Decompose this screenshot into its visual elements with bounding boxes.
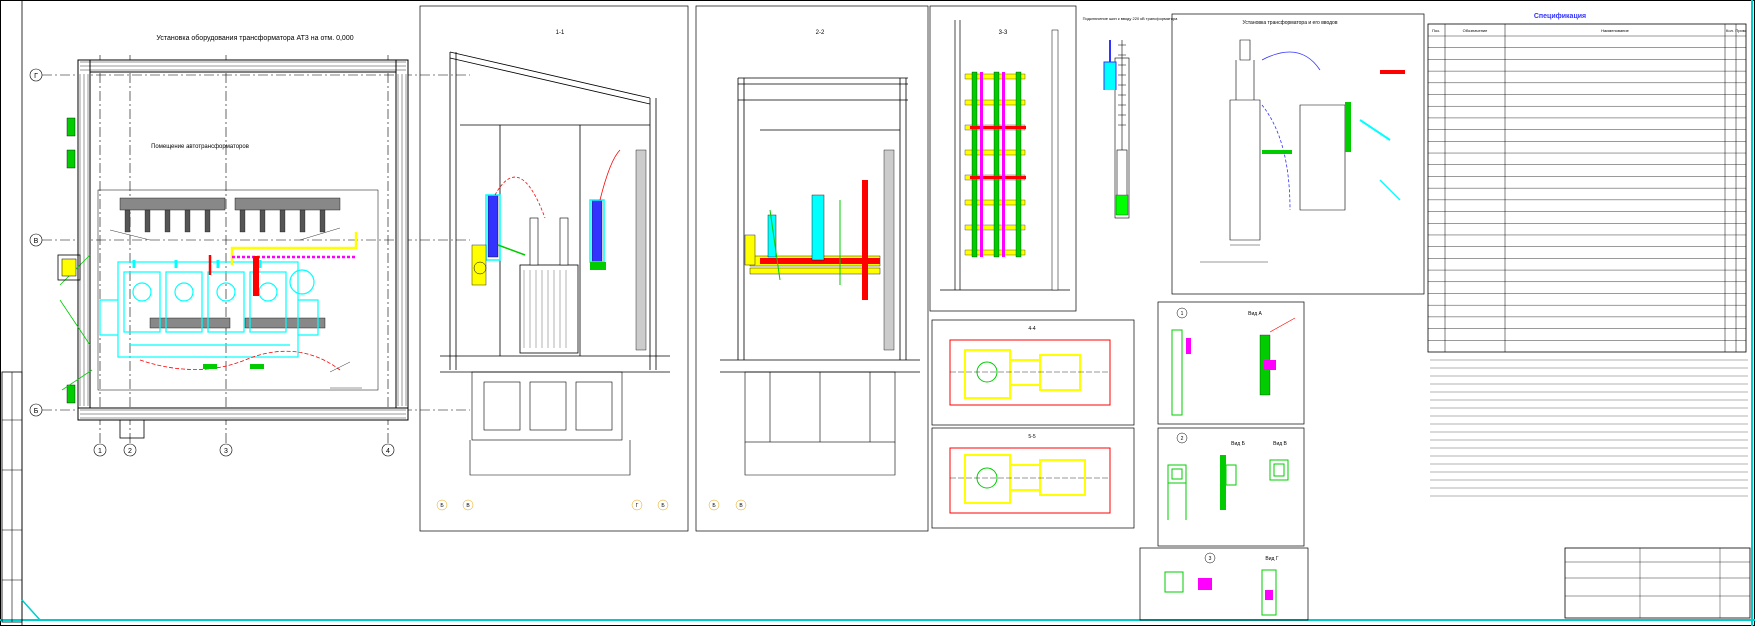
axis-letter: Г — [636, 503, 639, 509]
view-label: Вид В — [1273, 441, 1287, 447]
grid-col-label: 2 — [128, 448, 132, 455]
view-label: Вид А — [1248, 311, 1262, 317]
spec-header-cell: Обозначение — [1463, 28, 1489, 33]
node-number: 2 — [1181, 436, 1184, 442]
grid-col-label: 1 — [98, 448, 102, 455]
grid-row-label: Б — [34, 408, 39, 415]
grid-col-label: 3 — [224, 448, 228, 455]
spec-header-cell: Наименование — [1601, 28, 1630, 33]
node-number: 1 — [1181, 311, 1184, 317]
grid-row-label: Г — [34, 73, 38, 80]
spec-header-cell: Поз. — [1432, 28, 1440, 33]
view-label: Вид Б — [1231, 441, 1245, 447]
grid-col-label: 4 — [386, 448, 390, 455]
drawing-sheet: Установка оборудования трансформатора АТ… — [0, 0, 1755, 626]
bushing-title: Установка трансформатора и его вводов — [1242, 20, 1337, 26]
section-label: 3-3 — [999, 30, 1008, 36]
spec-header-cell: Кол. — [1726, 28, 1734, 33]
view-label: Вид Г — [1265, 556, 1278, 562]
node-number: 3 — [1209, 556, 1212, 562]
section-label: 1-1 — [556, 30, 565, 36]
plan-title: Установка оборудования трансформатора АТ… — [156, 34, 353, 42]
grid-row-label: В — [34, 238, 39, 245]
spec-title: Спецификация — [1534, 13, 1586, 20]
plan-room-label: Помещение автотрансформаторов — [151, 144, 249, 150]
section-label: 2-2 — [816, 30, 825, 36]
spec-header-cell: Прим. — [1735, 28, 1746, 33]
section-label: 4-4 — [1028, 326, 1035, 332]
section-label: 5-5 — [1028, 434, 1035, 440]
terminal-title: Подключение шин к вводу 220 кВ трансформ… — [1083, 16, 1179, 21]
